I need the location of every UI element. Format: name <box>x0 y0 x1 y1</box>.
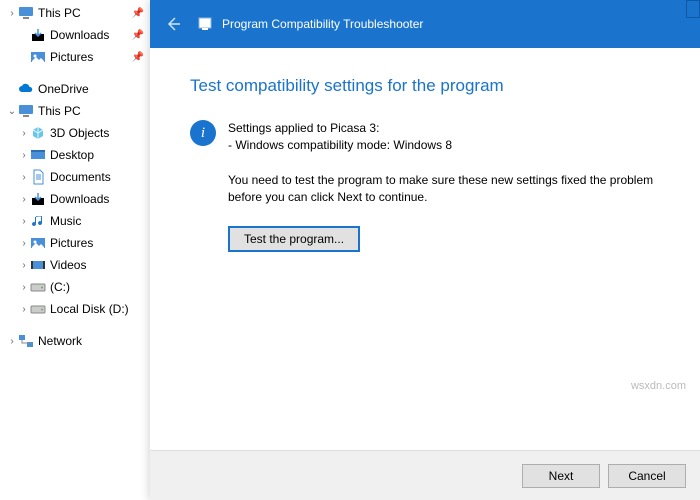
pic-icon <box>30 235 46 251</box>
info-icon: i <box>190 120 216 146</box>
doc-icon <box>30 169 46 185</box>
tree-item--c-[interactable]: › (C:) <box>0 276 150 298</box>
window-control[interactable] <box>686 0 700 18</box>
tree-item-label: Downloads <box>50 28 109 42</box>
chevron-icon[interactable]: › <box>18 260 30 271</box>
instruction-text: You need to test the program to make sur… <box>228 172 660 207</box>
monitor-icon <box>18 103 34 119</box>
chevron-icon[interactable]: › <box>18 304 30 315</box>
tree-item-local-disk-d-[interactable]: › Local Disk (D:) <box>0 298 150 320</box>
tree-item-label: Pictures <box>50 236 93 250</box>
tree-item-label: Music <box>50 214 81 228</box>
dialog-header: Program Compatibility Troubleshooter <box>150 0 700 48</box>
info-row: i Settings applied to Picasa 3: - Window… <box>190 120 660 154</box>
tree-item-this-pc[interactable]: › This PC 📌 <box>0 2 150 24</box>
tree-item-label: Pictures <box>50 50 93 64</box>
tree-item-music[interactable]: › Music <box>0 210 150 232</box>
dialog-footer: Next Cancel <box>150 450 700 500</box>
tree-item-label: Downloads <box>50 192 109 206</box>
tree-item-label: (C:) <box>50 280 70 294</box>
settings-applied-line: Settings applied to Picasa 3: <box>228 120 452 137</box>
chevron-icon[interactable]: › <box>18 282 30 293</box>
chevron-icon[interactable]: › <box>18 150 30 161</box>
pin-icon: 📌 <box>132 8 144 19</box>
tree-item-downloads[interactable]: Downloads 📌 <box>0 24 150 46</box>
down-icon <box>30 27 46 43</box>
back-button[interactable] <box>158 9 188 39</box>
down-icon <box>30 191 46 207</box>
net-icon <box>18 333 34 349</box>
tree-item-onedrive[interactable]: OneDrive <box>0 78 150 100</box>
troubleshooter-icon <box>196 15 214 33</box>
watermark: wsxdn.com <box>631 380 686 392</box>
tree-item-label: This PC <box>38 104 81 118</box>
cancel-button[interactable]: Cancel <box>608 464 686 488</box>
tree-item-label: 3D Objects <box>50 126 109 140</box>
chevron-icon[interactable]: › <box>18 194 30 205</box>
chevron-icon[interactable]: › <box>18 216 30 227</box>
tree-item-pictures[interactable]: Pictures 📌 <box>0 46 150 68</box>
pin-icon: 📌 <box>132 52 144 63</box>
dialog-body: Test compatibility settings for the prog… <box>150 48 700 450</box>
vid-icon <box>30 257 46 273</box>
chevron-icon[interactable]: › <box>18 128 30 139</box>
disk-icon <box>30 301 46 317</box>
chevron-icon[interactable]: › <box>6 8 18 19</box>
tree-item-documents[interactable]: › Documents <box>0 166 150 188</box>
tree-item-label: This PC <box>38 6 81 20</box>
tree-item-3d-objects[interactable]: › 3D Objects <box>0 122 150 144</box>
compat-mode-line: - Windows compatibility mode: Windows 8 <box>228 137 452 154</box>
tree-item-label: Desktop <box>50 148 94 162</box>
disk-icon <box>30 279 46 295</box>
troubleshooter-dialog: Program Compatibility Troubleshooter Tes… <box>150 0 700 500</box>
chevron-icon[interactable]: ⌄ <box>6 106 18 117</box>
cube-icon <box>30 125 46 141</box>
tree-item-desktop[interactable]: › Desktop <box>0 144 150 166</box>
monitor-icon <box>18 5 34 21</box>
chevron-icon[interactable]: › <box>18 172 30 183</box>
tree-item-downloads[interactable]: › Downloads <box>0 188 150 210</box>
dialog-heading: Test compatibility settings for the prog… <box>190 76 660 96</box>
chevron-icon[interactable]: › <box>18 238 30 249</box>
explorer-sidebar: › This PC 📌 Downloads 📌 Pictures 📌 OneDr… <box>0 0 150 500</box>
pin-icon: 📌 <box>132 30 144 41</box>
tree-item-network[interactable]: › Network <box>0 330 150 352</box>
chevron-icon[interactable]: › <box>6 336 18 347</box>
info-text: Settings applied to Picasa 3: - Windows … <box>228 120 452 154</box>
tree-item-videos[interactable]: › Videos <box>0 254 150 276</box>
tree-item-this-pc[interactable]: ⌄ This PC <box>0 100 150 122</box>
tree-item-label: Local Disk (D:) <box>50 302 129 316</box>
desk-icon <box>30 147 46 163</box>
cloud-icon <box>18 81 34 97</box>
tree-item-label: Network <box>38 334 82 348</box>
tree-item-label: OneDrive <box>38 82 89 96</box>
dialog-title: Program Compatibility Troubleshooter <box>222 17 423 31</box>
tree-item-label: Videos <box>50 258 86 272</box>
music-icon <box>30 213 46 229</box>
next-button[interactable]: Next <box>522 464 600 488</box>
pic-icon <box>30 49 46 65</box>
test-program-button[interactable]: Test the program... <box>228 226 360 252</box>
tree-item-label: Documents <box>50 170 111 184</box>
tree-item-pictures[interactable]: › Pictures <box>0 232 150 254</box>
